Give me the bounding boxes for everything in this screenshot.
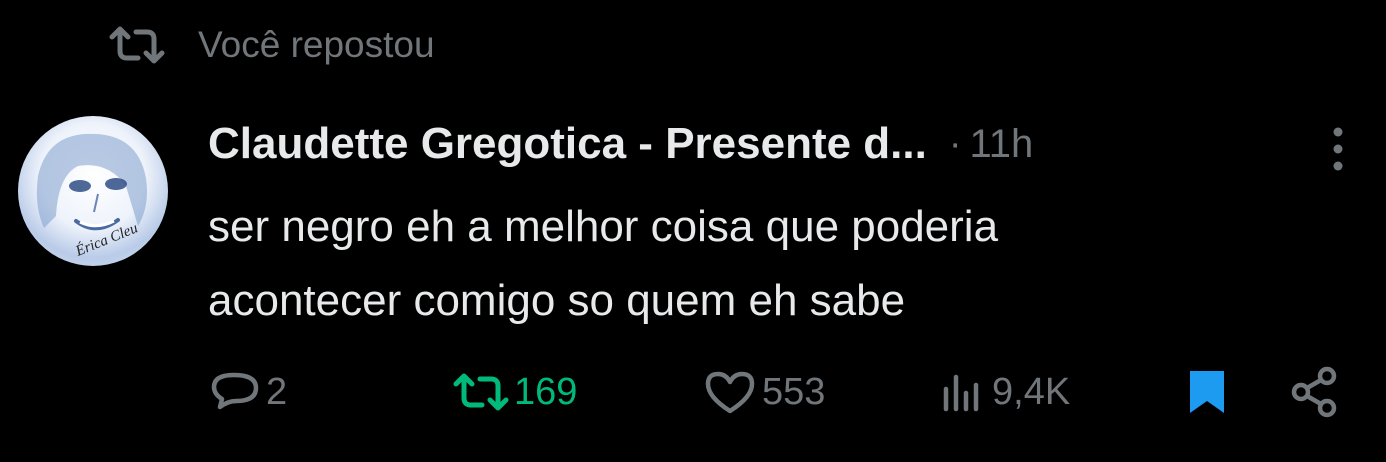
view-count: 9,4K bbox=[992, 370, 1071, 413]
avatar-image: Érica Cleu bbox=[36, 133, 147, 260]
tweet-time[interactable]: 11h bbox=[970, 122, 1034, 167]
repost-banner: Você repostou bbox=[108, 22, 435, 68]
repost-count: 169 bbox=[514, 370, 578, 413]
header-separator: · bbox=[948, 122, 962, 165]
repost-icon bbox=[453, 373, 509, 411]
more-button[interactable] bbox=[1318, 124, 1358, 174]
share-icon bbox=[1291, 366, 1337, 418]
tweet-header: Claudette Gregotica - Presente d... · 11… bbox=[208, 114, 1033, 174]
tweet-text-line-1: ser negro eh a melhor coisa que poderia bbox=[208, 202, 999, 251]
views-icon bbox=[943, 374, 979, 412]
tweet-text: ser negro eh a melhor coisa que poderia … bbox=[208, 190, 1308, 338]
repost-icon bbox=[109, 26, 165, 64]
share-button[interactable] bbox=[1290, 362, 1340, 422]
bookmark-button[interactable] bbox=[1186, 362, 1228, 422]
reply-button[interactable]: 2 bbox=[210, 362, 287, 422]
reply-count: 2 bbox=[266, 370, 288, 413]
more-vertical-icon bbox=[1333, 127, 1343, 171]
avatar[interactable]: Érica Cleu bbox=[18, 116, 168, 266]
repost-button[interactable]: 169 bbox=[452, 362, 577, 422]
bookmark-icon bbox=[1190, 371, 1224, 413]
author-name[interactable]: Claudette Gregotica - Presente d... bbox=[208, 119, 927, 169]
heart-icon bbox=[705, 371, 755, 414]
like-count: 553 bbox=[762, 370, 826, 413]
tweet-text-line-2: acontecer comigo so quem eh sabe bbox=[208, 276, 906, 325]
views-button[interactable]: 9,4K bbox=[940, 362, 1070, 422]
like-button[interactable]: 553 bbox=[702, 362, 825, 422]
reply-icon bbox=[211, 372, 259, 410]
repost-label: Você repostou bbox=[198, 24, 435, 65]
